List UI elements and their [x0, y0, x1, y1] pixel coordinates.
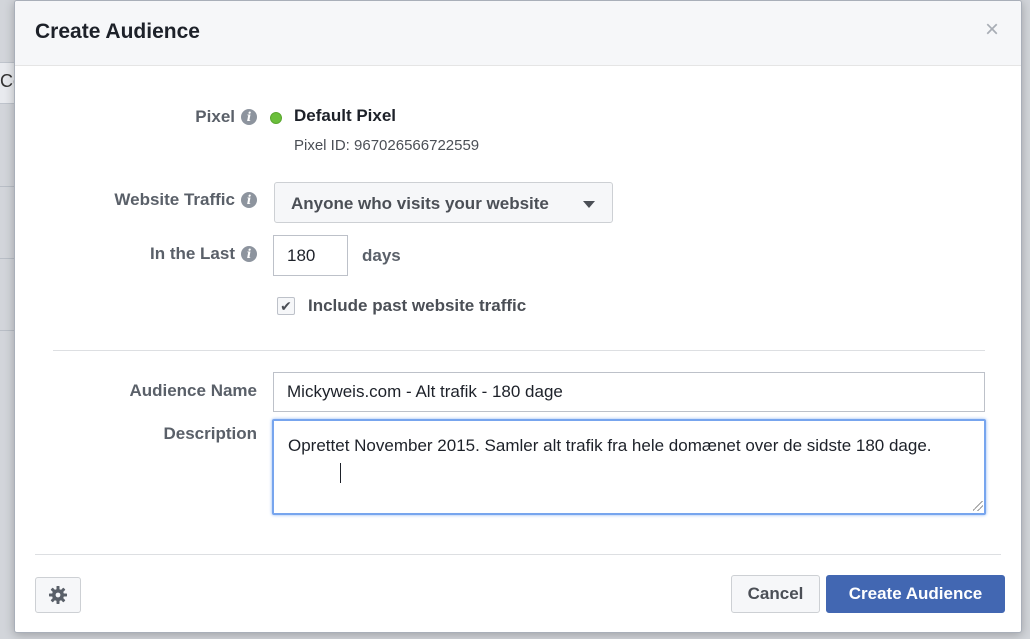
- close-icon[interactable]: ×: [979, 17, 1005, 43]
- audience-name-input[interactable]: [273, 372, 985, 412]
- info-icon[interactable]: i: [241, 246, 257, 262]
- pixel-label: Pixel: [195, 107, 235, 126]
- include-past-traffic-checkbox[interactable]: ✔: [277, 297, 295, 315]
- description-label: Description: [163, 424, 257, 443]
- in-the-last-label: In the Last: [149, 244, 235, 263]
- website-traffic-label-row: Website Traffic i: [55, 190, 257, 210]
- create-audience-dialog: Create Audience × Pixel i Default Pixel P…: [14, 0, 1022, 633]
- text-caret: [340, 463, 341, 483]
- pixel-name: Default Pixel: [294, 106, 397, 125]
- gear-icon: [49, 586, 67, 604]
- chevron-down-icon: [583, 201, 595, 208]
- days-input[interactable]: [273, 235, 348, 276]
- resize-handle[interactable]: [973, 501, 983, 511]
- pixel-status-dot: [270, 112, 282, 124]
- dialog-header: Create Audience ×: [15, 1, 1021, 66]
- cancel-button[interactable]: Cancel: [731, 575, 820, 613]
- website-traffic-dropdown[interactable]: Anyone who visits your website: [274, 182, 613, 223]
- pixel-id: Pixel ID: 967026566722559: [294, 137, 480, 154]
- footer-divider: [35, 554, 1001, 555]
- audience-name-label: Audience Name: [129, 381, 257, 400]
- create-audience-button[interactable]: Create Audience: [826, 575, 1005, 613]
- website-traffic-selected: Anyone who visits your website: [291, 194, 549, 213]
- checkmark-icon: ✔: [280, 298, 292, 314]
- in-the-last-label-row: In the Last i: [75, 244, 257, 264]
- pixel-label-row: Pixel i: [135, 107, 257, 127]
- website-traffic-label: Website Traffic: [114, 190, 235, 209]
- days-unit: days: [362, 246, 401, 265]
- info-icon[interactable]: i: [241, 109, 257, 125]
- settings-button[interactable]: [35, 577, 81, 613]
- include-past-traffic-label[interactable]: Include past website traffic: [308, 296, 526, 316]
- section-divider: [53, 350, 985, 351]
- description-textarea[interactable]: Oprettet November 2015. Samler alt trafi…: [272, 419, 986, 515]
- dialog-title: Create Audience: [35, 20, 200, 43]
- info-icon[interactable]: i: [241, 192, 257, 208]
